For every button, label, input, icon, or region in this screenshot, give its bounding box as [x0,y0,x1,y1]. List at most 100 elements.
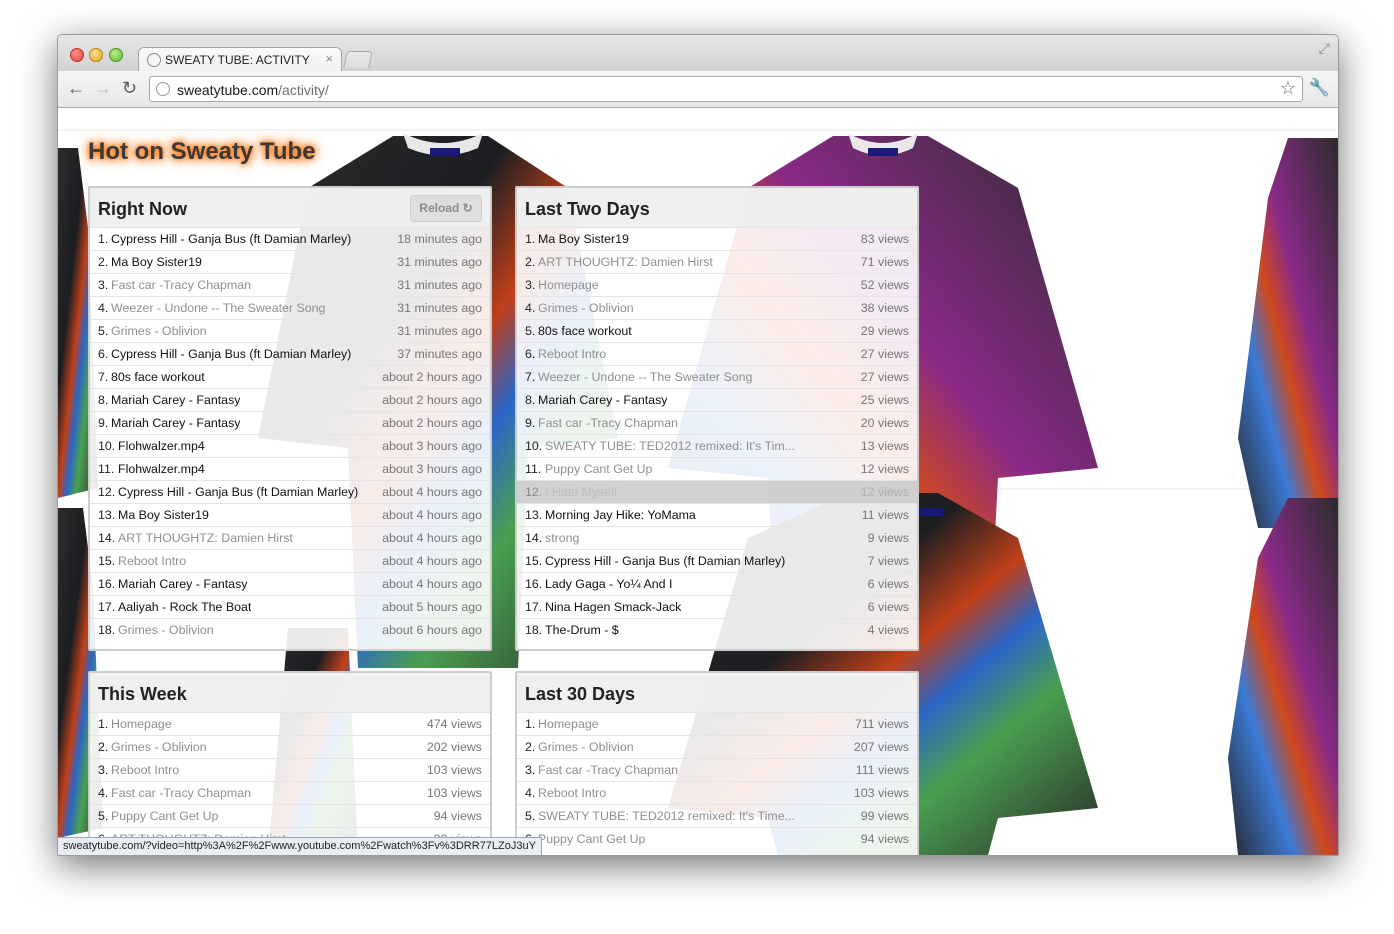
list-item[interactable]: 2. Grimes - Oblivion 202 views [90,735,490,758]
video-title-link[interactable]: Fast car -Tracy Chapman [111,782,251,804]
video-title-link[interactable]: Grimes - Oblivion [538,297,634,319]
list-item[interactable]: 2. Grimes - Oblivion 207 views [517,735,917,758]
video-title-link[interactable]: SWEATY TUBE: TED2012 remixed: It's Time.… [538,805,795,827]
video-title-link[interactable]: 80s face workout [538,320,632,342]
video-title-link[interactable]: Grimes - Oblivion [118,619,214,641]
video-title-link[interactable]: Cypress Hill - Ganja Bus (ft Damian Marl… [545,550,785,572]
video-title-link[interactable]: Morning Jay Hike: YoMama [545,504,696,526]
video-title-link[interactable]: Ma Boy Sister19 [111,251,202,273]
list-item[interactable]: 1. Ma Boy Sister19 83 views [517,227,917,250]
minimize-window-button[interactable] [89,48,103,62]
list-item[interactable]: 14. ART THOUGHTZ: Damien Hirst about 4 hou… [90,526,490,549]
reload-icon[interactable]: ↻ [122,77,137,99]
video-title-link[interactable]: ART THOUGHTZ: Damien Hirst [538,251,713,273]
video-title-link[interactable]: Grimes - Oblivion [111,736,207,758]
bookmark-star-icon[interactable]: ☆ [1280,78,1296,99]
video-title-link[interactable]: Homepage [111,713,172,735]
list-item[interactable]: 11. Puppy Cant Get Up 12 views [517,457,917,480]
video-title-link[interactable]: ART THOUGHTZ: Damien Hirst [118,527,293,549]
list-item[interactable]: 17. Aaliyah - Rock The Boat about 5 hours … [90,595,490,618]
video-title-link[interactable]: Mariah Carey - Fantasy [538,389,667,411]
back-arrow-icon[interactable]: ← [67,77,85,99]
list-item[interactable]: 3. Homepage 52 views [517,273,917,296]
list-item[interactable]: 5. SWEATY TUBE: TED2012 remixed: It's Tim… [517,804,917,827]
list-item[interactable]: 9. Mariah Carey - Fantasy about 2 hours ag… [90,411,490,434]
list-item[interactable]: 12. I Hate Myself 12 views [517,480,917,503]
list-item[interactable]: 1. Homepage 711 views [517,712,917,735]
zoom-window-button[interactable] [109,48,123,62]
list-item[interactable]: 13. Ma Boy Sister19 about 4 hours ago [90,503,490,526]
video-title-link[interactable]: Fast car -Tracy Chapman [538,759,678,781]
video-title-link[interactable]: Reboot Intro [538,343,606,365]
video-title-link[interactable]: Mariah Carey - Fantasy [118,573,247,595]
reload-button[interactable]: Reload ↻ [410,195,482,222]
video-title-link[interactable]: Puppy Cant Get Up [111,805,218,827]
video-title-link[interactable]: Cypress Hill - Ganja Bus (ft Damian Marl… [111,343,351,365]
list-item[interactable]: 3. Reboot Intro 103 views [90,758,490,781]
list-item[interactable]: 13. Morning Jay Hike: YoMama 11 views [517,503,917,526]
video-title-link[interactable]: Weezer - Undone -- The Sweater Song [538,366,752,388]
video-title-link[interactable]: Mariah Carey - Fantasy [111,389,240,411]
list-item[interactable]: 9. Fast car -Tracy Chapman 20 views [517,411,917,434]
video-title-link[interactable]: Ma Boy Sister19 [118,504,209,526]
list-item[interactable]: 18. The-Drum - $ 4 views [517,618,917,641]
video-title-link[interactable]: Grimes - Oblivion [538,736,634,758]
list-item[interactable]: 6. Reboot Intro 27 views [517,342,917,365]
list-item[interactable]: 8. Mariah Carey - Fantasy 25 views [517,388,917,411]
video-title-link[interactable]: Puppy Cant Get Up [538,828,645,850]
video-title-link[interactable]: Puppy Cant Get Up [545,458,652,480]
list-item[interactable]: 14. strong 9 views [517,526,917,549]
video-title-link[interactable]: Reboot Intro [118,550,186,572]
video-title-link[interactable]: 80s face workout [111,366,205,388]
list-item[interactable]: 7. Weezer - Undone -- The Sweater Song 27 … [517,365,917,388]
list-item[interactable]: 8. Mariah Carey - Fantasy about 2 hours ag… [90,388,490,411]
video-title-link[interactable]: Cypress Hill - Ganja Bus (ft Damian Marl… [118,481,358,503]
video-title-link[interactable]: Mariah Carey - Fantasy [111,412,240,434]
wrench-menu-icon[interactable]: 🔧 [1309,78,1330,98]
list-item[interactable]: 15. Reboot Intro about 4 hours ago [90,549,490,572]
address-bar[interactable]: sweatytube.com/activity/ ☆ [149,76,1303,102]
video-title-link[interactable]: Homepage [538,713,599,735]
list-item[interactable]: 1. Cypress Hill - Ganja Bus (ft Damian Ma… [90,227,490,250]
video-title-link[interactable]: SWEATY TUBE: TED2012 remixed: It's Tim..… [545,435,795,457]
list-item[interactable]: 18. Grimes - Oblivion about 6 hours ago [90,618,490,641]
list-item[interactable]: 5. Grimes - Oblivion 31 minutes ago [90,319,490,342]
list-item[interactable]: 10. SWEATY TUBE: TED2012 remixed: It's Ti… [517,434,917,457]
video-title-link[interactable]: strong [545,527,579,549]
video-title-link[interactable]: Reboot Intro [538,782,606,804]
list-item[interactable]: 4. Weezer - Undone -- The Sweater Song 31 … [90,296,490,319]
video-title-link[interactable]: Ma Boy Sister19 [538,228,629,250]
list-item[interactable]: 5. Puppy Cant Get Up 94 views [90,804,490,827]
close-window-button[interactable] [70,48,84,62]
list-item[interactable]: 16. Lady Gaga - Yo¼ And I 6 views [517,572,917,595]
list-item[interactable]: 6. Cypress Hill - Ganja Bus (ft Damian Ma… [90,342,490,365]
video-title-link[interactable]: Flohwalzer.mp4 [118,435,205,457]
video-title-link[interactable]: Lady Gaga - Yo¼ And I [545,573,672,595]
list-item[interactable]: 4. Fast car -Tracy Chapman 103 views [90,781,490,804]
video-title-link[interactable]: Aaliyah - Rock The Boat [118,596,251,618]
video-title-link[interactable]: Fast car -Tracy Chapman [111,274,251,296]
list-item[interactable]: 11. Flohwalzer.mp4 about 3 hours ago [90,457,490,480]
active-tab[interactable]: SWEATY TUBE: ACTIVITY × [138,47,342,72]
list-item[interactable]: 5. 80s face workout 29 views [517,319,917,342]
list-item[interactable]: 4. Reboot Intro 103 views [517,781,917,804]
list-item[interactable]: 3. Fast car -Tracy Chapman 31 minutes ago [90,273,490,296]
video-title-link[interactable]: I Hate Myself [545,481,617,503]
video-title-link[interactable]: Flohwalzer.mp4 [118,458,205,480]
list-item[interactable]: 2. ART THOUGHTZ: Damien Hirst 71 views [517,250,917,273]
list-item[interactable]: 15. Cypress Hill - Ganja Bus (ft Damian M… [517,549,917,572]
video-title-link[interactable]: Homepage [538,274,599,296]
list-item[interactable]: 17. Nina Hagen Smack-Jack 6 views [517,595,917,618]
fullscreen-icon[interactable]: ⤢ [1319,40,1330,57]
list-item[interactable]: 12. Cypress Hill - Ganja Bus (ft Damian M… [90,480,490,503]
list-item[interactable]: 3. Fast car -Tracy Chapman 111 views [517,758,917,781]
video-title-link[interactable]: Nina Hagen Smack-Jack [545,596,681,618]
video-title-link[interactable]: The-Drum - $ [545,619,619,641]
url-text[interactable]: sweatytube.com/activity/ [177,82,329,98]
video-title-link[interactable]: Fast car -Tracy Chapman [538,412,678,434]
forward-arrow-icon[interactable]: → [94,77,112,99]
list-item[interactable]: 2. Ma Boy Sister19 31 minutes ago [90,250,490,273]
list-item[interactable]: 16. Mariah Carey - Fantasy about 4 hours a… [90,572,490,595]
video-title-link[interactable]: Cypress Hill - Ganja Bus (ft Damian Marl… [111,228,351,250]
close-tab-icon[interactable]: × [325,51,333,66]
